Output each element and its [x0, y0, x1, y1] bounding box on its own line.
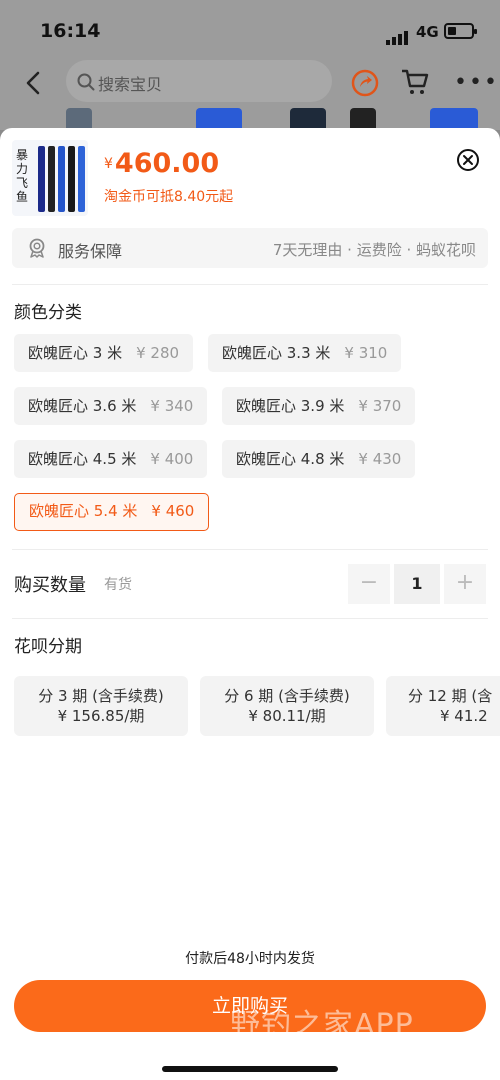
service-desc: 7天无理由 · 运费险 · 蚂蚁花呗: [272, 241, 476, 259]
color-option[interactable]: 欧魄匠心 3 米 ¥ 280: [14, 334, 194, 372]
price: ¥460.00: [104, 148, 219, 179]
back-icon[interactable]: [22, 70, 46, 96]
service-title: 服务保障: [58, 242, 123, 261]
color-option[interactable]: 欧魄匠心 4.8 米 ¥ 430: [222, 440, 416, 478]
option-price: ¥ 460: [151, 502, 195, 520]
option-price: ¥ 280: [136, 344, 180, 362]
color-option[interactable]: 欧魄匠心 3.3 米 ¥ 310: [208, 334, 402, 372]
coin-discount-note: 淘金币可抵8.40元起: [104, 189, 234, 205]
cart-icon[interactable]: [400, 68, 430, 96]
installment-amount: ¥ 41.2: [440, 707, 488, 725]
sku-selector-sheet: 暴力飞鱼 ¥460.00 淘金币可抵8.40元起 服务保障 7天无理由 · 运费…: [0, 128, 500, 1080]
option-name: 欧魄匠心 3.3 米: [222, 344, 331, 362]
product-thumbnail: 暴力飞鱼: [12, 140, 88, 216]
status-time: 16:14: [40, 20, 101, 42]
color-option[interactable]: 欧魄匠心 3.6 米 ¥ 340: [14, 387, 208, 425]
installment-option[interactable]: 分 3 期 (含手续费) ¥ 156.85/期: [14, 676, 188, 736]
background-product-images: [0, 108, 500, 130]
search-input[interactable]: 搜索宝贝: [66, 60, 332, 102]
option-price: ¥ 370: [358, 397, 402, 415]
option-name: 欧魄匠心 3.9 米: [236, 397, 345, 415]
option-name: 欧魄匠心 4.5 米: [28, 450, 137, 468]
network-type: 4G: [416, 23, 439, 41]
divider: [12, 284, 488, 285]
installment-option[interactable]: 分 6 期 (含手续费) ¥ 80.11/期: [200, 676, 374, 736]
color-option[interactable]: 欧魄匠心 3.9 米 ¥ 370: [222, 387, 416, 425]
thumbnail-text: 暴力飞鱼: [16, 148, 29, 204]
color-option-selected[interactable]: 欧魄匠心 5.4 米 ¥ 460: [14, 493, 210, 531]
service-guarantee-row[interactable]: 服务保障 7天无理由 · 运费险 · 蚂蚁花呗: [12, 228, 488, 268]
search-icon: [77, 73, 95, 91]
installment-amount: ¥ 156.85/期: [57, 707, 145, 725]
installment-option[interactable]: 分 12 期 (含 ¥ 41.2: [386, 676, 500, 736]
badge-icon: [29, 238, 45, 258]
currency-symbol: ¥: [104, 156, 113, 172]
quantity-stepper: − 1 +: [348, 564, 486, 604]
divider: [12, 618, 488, 619]
more-icon[interactable]: •••: [454, 72, 499, 94]
home-indicator: [162, 1066, 338, 1072]
top-nav: 搜索宝贝 •••: [0, 58, 500, 108]
price-amount: 460.00: [114, 148, 220, 179]
option-price: ¥ 310: [344, 344, 388, 362]
option-name: 欧魄匠心 3.6 米: [28, 397, 137, 415]
quantity-label: 购买数量: [14, 575, 86, 596]
option-price: ¥ 400: [150, 450, 194, 468]
battery-icon: [444, 23, 477, 39]
installment-section-title: 花呗分期: [14, 637, 82, 657]
search-placeholder: 搜索宝贝: [98, 75, 163, 94]
installment-amount: ¥ 80.11/期: [248, 707, 326, 725]
installment-term: 分 6 期 (含手续费): [224, 687, 350, 705]
installment-term: 分 12 期 (含: [408, 687, 493, 705]
close-icon[interactable]: [456, 148, 480, 172]
signal-icon: [386, 26, 410, 45]
share-icon[interactable]: [350, 68, 380, 98]
color-option[interactable]: 欧魄匠心 4.5 米 ¥ 400: [14, 440, 208, 478]
divider: [12, 549, 488, 550]
option-name: 欧魄匠心 3 米: [28, 344, 123, 362]
quantity-value[interactable]: 1: [394, 564, 440, 604]
increase-button[interactable]: +: [444, 564, 486, 604]
installment-term: 分 3 期 (含手续费): [38, 687, 164, 705]
shipping-note: 付款后48小时内发货: [185, 951, 315, 967]
watermark: 野钓之家APP: [230, 1008, 414, 1043]
option-price: ¥ 340: [150, 397, 194, 415]
stock-status: 有货: [104, 577, 132, 593]
color-section-title: 颜色分类: [14, 303, 82, 323]
option-name: 欧魄匠心 4.8 米: [236, 450, 345, 468]
status-bar: 16:14 4G: [0, 0, 500, 58]
decrease-button[interactable]: −: [348, 564, 390, 604]
option-name: 欧魄匠心 5.4 米: [29, 502, 138, 520]
option-price: ¥ 430: [358, 450, 402, 468]
